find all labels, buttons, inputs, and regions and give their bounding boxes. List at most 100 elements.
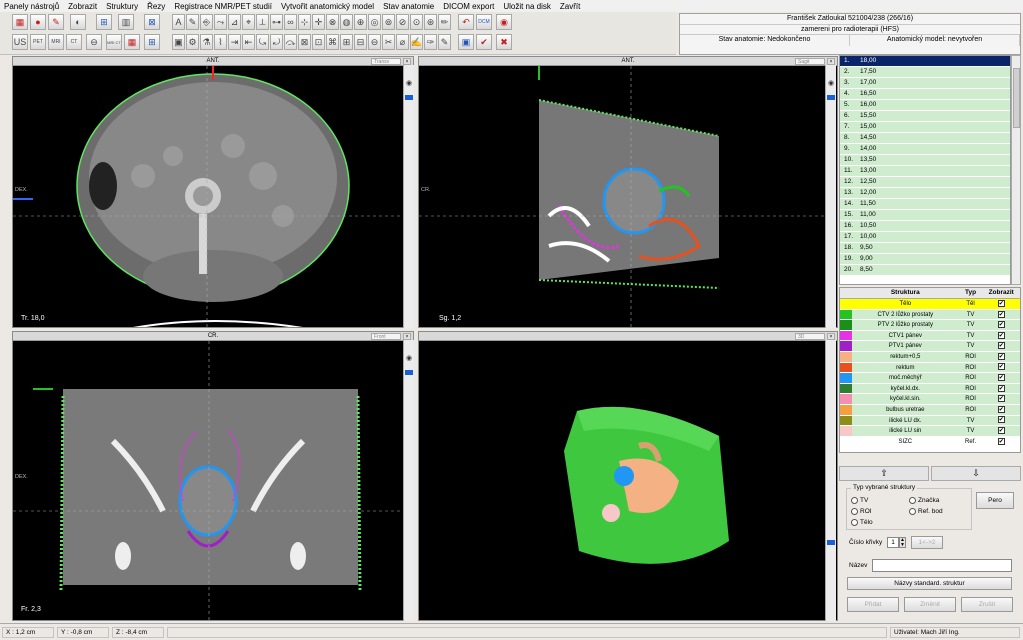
loop-tool-icon[interactable]: ∞ xyxy=(284,14,297,30)
menu-item[interactable]: Struktury xyxy=(106,2,138,11)
ct-button[interactable]: CT xyxy=(66,34,82,50)
slice-row[interactable]: 13. 12,00 xyxy=(840,188,1010,199)
three-d-scrollbar[interactable] xyxy=(825,340,836,621)
pen-tool-icon[interactable]: ✎ xyxy=(186,14,199,30)
structure-row[interactable]: Tělo Těl ✔ xyxy=(840,299,1020,310)
eye-icon[interactable]: ◉ xyxy=(827,79,835,87)
structure-row[interactable]: PTV1 pánev TV ✔ xyxy=(840,341,1020,352)
text-tool-icon[interactable]: A xyxy=(172,14,185,30)
box-cross-tool-icon[interactable]: ⊠ xyxy=(298,34,311,50)
coronal-view-mode-select[interactable]: Front xyxy=(371,333,401,340)
slice-list-scrollbar[interactable] xyxy=(1011,55,1021,285)
contour-icon[interactable]: ◐ xyxy=(70,14,86,30)
axial-scrollbar[interactable]: ◉ xyxy=(403,65,414,328)
slice-row[interactable]: 17. 10,00 xyxy=(840,232,1010,243)
scissors-tool-icon[interactable]: ✂ xyxy=(382,34,395,50)
structure-row[interactable]: PTV 2 lůžko prostaty TV ✔ xyxy=(840,320,1020,331)
eye-icon[interactable]: ◉ xyxy=(405,354,413,362)
star-tool-icon[interactable]: ⊛ xyxy=(424,14,437,30)
sagittal-scrollbar[interactable]: ◉ xyxy=(825,65,836,328)
axial-view-mode-select[interactable]: Transv xyxy=(371,58,401,65)
box-dot-tool-icon[interactable]: ⊡ xyxy=(312,34,325,50)
ring2-tool-icon[interactable]: ⊚ xyxy=(382,14,395,30)
slice-row[interactable]: 1. 18,00 xyxy=(840,56,1010,67)
slice-row[interactable]: 15. 11,00 xyxy=(840,210,1010,221)
structure-row[interactable]: CTV1 pánev TV ✔ xyxy=(840,330,1020,342)
structure-visible-checkbox[interactable]: ✔ xyxy=(997,374,1005,382)
sagittal-view-mode-select[interactable]: Sagit xyxy=(795,58,825,65)
minus-box-tool-icon[interactable]: ⊟ xyxy=(354,34,367,50)
curve-tool-icon[interactable]: ⤳ xyxy=(214,14,227,30)
slice-row[interactable]: 8. 14,50 xyxy=(840,133,1010,144)
perpendicular-tool-icon[interactable]: ⟂ xyxy=(256,14,269,30)
menu-item[interactable]: Zavřít xyxy=(560,2,580,11)
structure-row[interactable]: SIZC Ref. ✔ xyxy=(840,436,1020,448)
slice-row[interactable]: 3. 17,00 xyxy=(840,78,1010,89)
square-tool-icon[interactable]: ▣ xyxy=(172,34,185,50)
curve-number-input[interactable]: 1 xyxy=(887,537,899,548)
structure-row[interactable]: moč.měchýř ROI ✔ xyxy=(840,373,1020,384)
ring-tool-icon[interactable]: ◎ xyxy=(368,14,381,30)
standard-names-button[interactable]: Názvy standard. struktur xyxy=(847,577,1012,590)
check-icon[interactable]: ✔ xyxy=(476,34,492,50)
slice-row[interactable]: 4. 16,50 xyxy=(840,89,1010,100)
link-tool-icon[interactable]: ⊶ xyxy=(270,14,283,30)
structure-visible-checkbox[interactable]: ✔ xyxy=(997,299,1005,307)
radio-roi[interactable]: ROI xyxy=(851,508,872,515)
mri-button[interactable]: MRI xyxy=(48,34,64,50)
slice-row[interactable]: 20. 8,50 xyxy=(840,265,1010,276)
undo-icon[interactable]: ↶ xyxy=(458,14,474,30)
structure-visible-checkbox[interactable]: ✔ xyxy=(997,395,1005,403)
edit-tool-icon[interactable]: ✎ xyxy=(438,34,451,50)
three-d-view[interactable]: 3D × xyxy=(418,331,838,621)
slice-row[interactable]: 12. 12,50 xyxy=(840,177,1010,188)
move-up-button[interactable]: ⇧ xyxy=(839,466,929,481)
structure-row[interactable]: ilické LU dx. TV ✔ xyxy=(840,415,1020,427)
slice-row[interactable]: 9. 14,00 xyxy=(840,144,1010,155)
menu-item[interactable]: Registrace NMR/PET studií xyxy=(174,2,272,11)
slice-row[interactable]: 11. 13,00 xyxy=(840,166,1010,177)
axial-view-close-button[interactable]: × xyxy=(403,58,411,65)
left-tool-icon[interactable]: ⇤ xyxy=(242,34,255,50)
slice-row[interactable]: 16. 10,50 xyxy=(840,221,1010,232)
target-tool-icon[interactable]: ⌖ xyxy=(242,14,255,30)
structure-row[interactable]: ilické LU sin TV ✔ xyxy=(840,426,1020,437)
menu-item[interactable]: Zobrazit xyxy=(68,2,97,11)
layout-icon[interactable]: ▥ xyxy=(118,14,134,30)
swap-curve-button[interactable]: 1<->2 xyxy=(911,536,943,549)
structure-visible-checkbox[interactable]: ✔ xyxy=(997,363,1005,371)
structure-row[interactable]: bulbus uretrae ROI ✔ xyxy=(840,404,1020,416)
delete-tool-icon[interactable]: ⊗ xyxy=(326,14,339,30)
four-view-icon[interactable]: ▦ xyxy=(124,34,140,50)
slice-row[interactable]: 6. 15,50 xyxy=(840,111,1010,122)
menu-item[interactable]: Stav anatomie xyxy=(383,2,434,11)
slice-row[interactable]: 5. 16,00 xyxy=(840,100,1010,111)
write-tool-icon[interactable]: ✍ xyxy=(410,34,423,50)
sagittal-view-close-button[interactable]: × xyxy=(827,58,835,65)
slice-row[interactable]: 2. 17,50 xyxy=(840,67,1010,78)
slice-list-scroll-thumb[interactable] xyxy=(1013,68,1020,128)
move-tool-icon[interactable]: ⎆ xyxy=(200,14,213,30)
radio-tv[interactable]: TV xyxy=(851,497,868,504)
sagittal-scroll-knob[interactable] xyxy=(827,95,835,100)
structure-row[interactable]: CTV 2 lůžko prostaty TV ✔ xyxy=(840,309,1020,321)
slash-tool-icon[interactable]: ⊘ xyxy=(396,14,409,30)
dot-tool-icon[interactable]: ⊙ xyxy=(410,14,423,30)
slice-row[interactable]: 18. 9,50 xyxy=(840,243,1010,254)
pet-button[interactable]: PET xyxy=(30,34,46,50)
structure-row[interactable]: kyčel.kl.dx. ROI ✔ xyxy=(840,383,1020,395)
curve-number-stepper[interactable]: ▲ ▼ xyxy=(899,537,906,548)
crosshair-tool-icon[interactable]: ✛ xyxy=(312,14,325,30)
change-button[interactable]: Změnit xyxy=(904,597,956,612)
structure-visible-checkbox[interactable]: ✔ xyxy=(997,416,1005,424)
axial-view[interactable]: ANT. Transv × DEX. Tr. 18,0 xyxy=(12,56,414,328)
slice-row[interactable]: 7. 15,00 xyxy=(840,122,1010,133)
grid-tool-icon[interactable]: ⊞ xyxy=(340,34,353,50)
structure-table[interactable]: Struktura Typ Zobrazit Tělo Těl ✔ CTV 2 lůž… xyxy=(839,287,1021,453)
flask-tool-icon[interactable]: ⚗ xyxy=(200,34,213,50)
rotate2-tool-icon[interactable]: ⤼ xyxy=(284,34,297,50)
stop-icon[interactable]: ◉ xyxy=(496,14,512,30)
structure-row[interactable]: rektum ROI ✔ xyxy=(840,362,1020,374)
slice-row[interactable]: 19. 9,00 xyxy=(840,254,1010,265)
us-button[interactable]: US xyxy=(12,34,28,50)
